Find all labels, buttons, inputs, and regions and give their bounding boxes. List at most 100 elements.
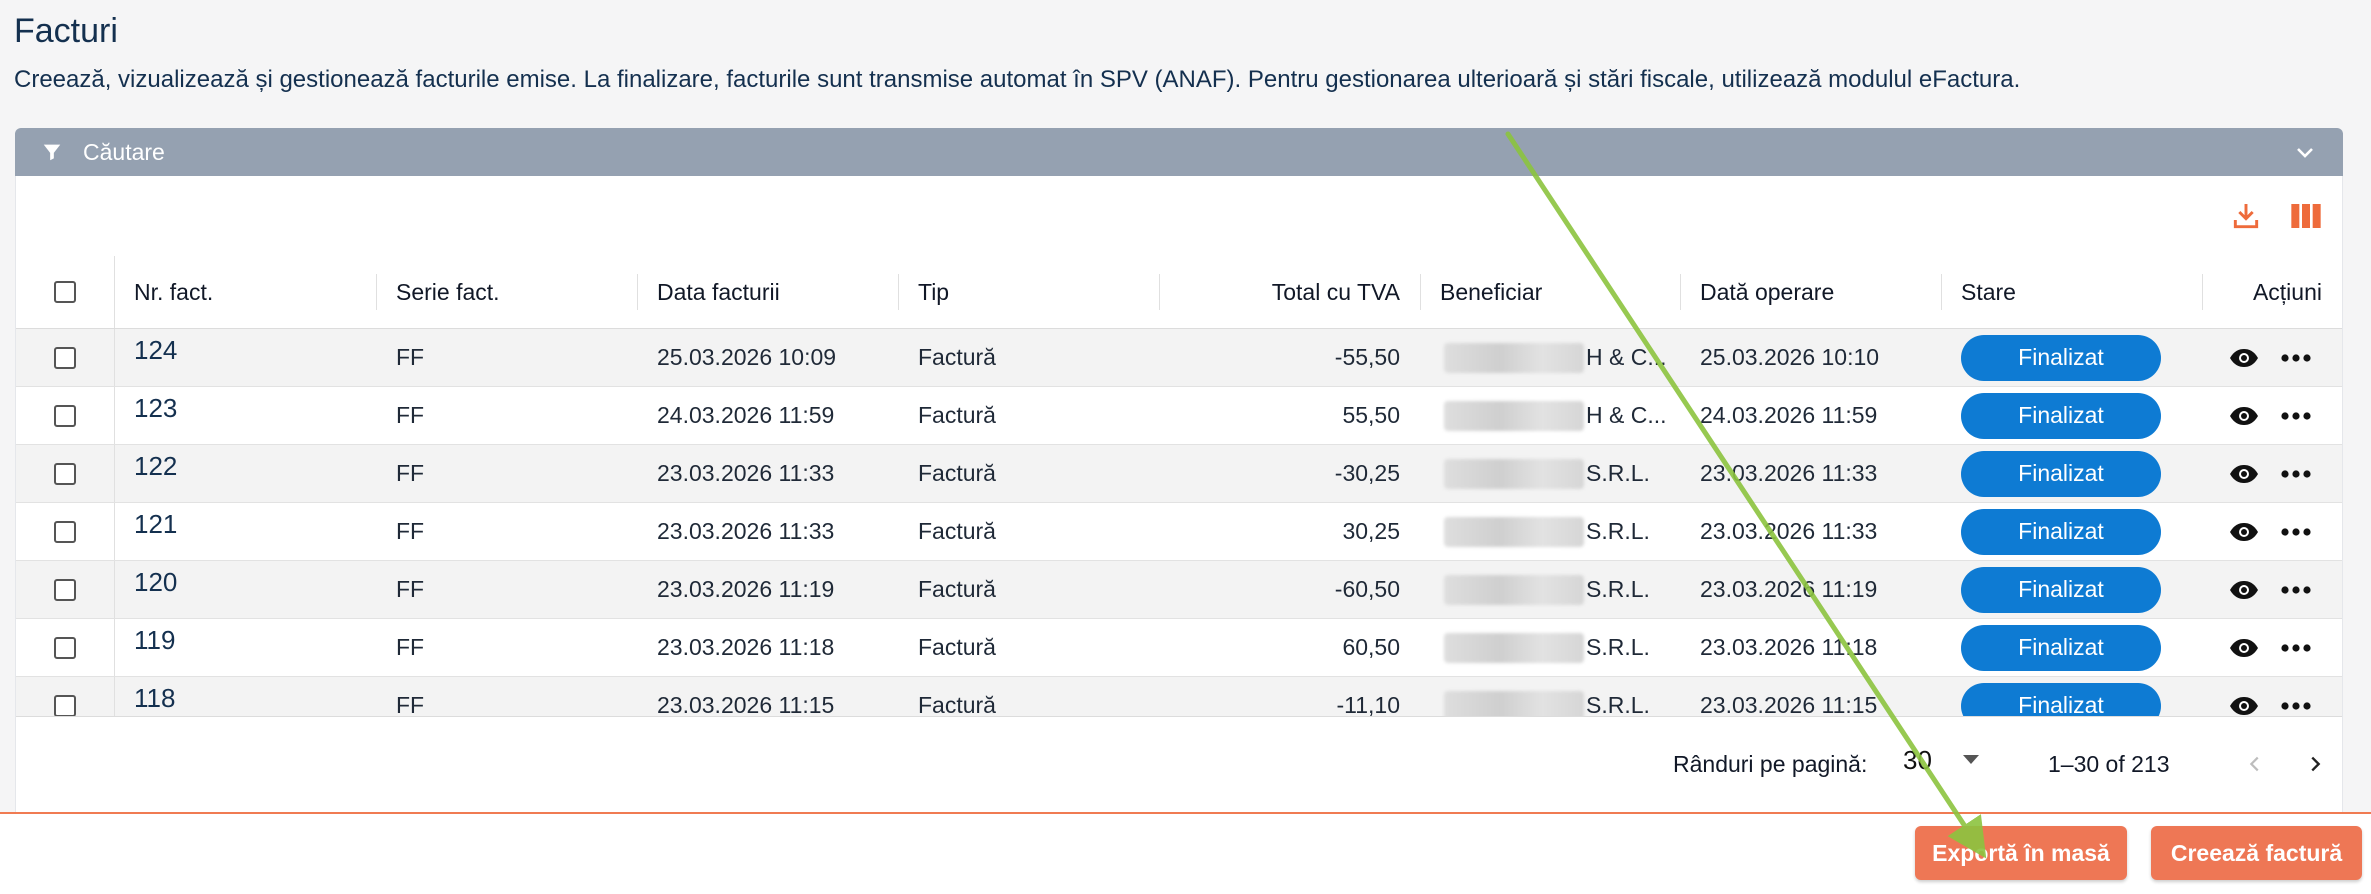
status-cell: Finalizat xyxy=(1961,677,2202,716)
table-row[interactable]: 122 FF 23.03.2026 11:33 Factură -30,25 23.03.… xyxy=(16,445,2342,503)
more-horizontal-icon[interactable] xyxy=(2278,398,2314,434)
status-badge[interactable]: Finalizat xyxy=(1961,566,2161,613)
operation-date: 25.03.2026 10:10 xyxy=(1700,344,1880,370)
header-stare[interactable]: Stare xyxy=(1941,256,2202,328)
invoice-number-link[interactable]: 118 xyxy=(114,677,376,716)
status-badge[interactable]: Finalizat xyxy=(1961,450,2161,497)
row-checkbox[interactable] xyxy=(54,346,76,369)
create-invoice-button[interactable]: Creează factură xyxy=(2151,826,2362,880)
invoice-total: 60,50 xyxy=(1342,634,1400,660)
invoice-type: Factură xyxy=(918,460,996,486)
eye-icon[interactable] xyxy=(2226,630,2262,666)
header-actiuni: Acțiuni xyxy=(2252,278,2322,305)
invoice-date: 23.03.2026 11:33 xyxy=(657,518,835,544)
table-row[interactable]: 121 FF 23.03.2026 11:33 Factură 30,25 23.03.2… xyxy=(16,503,2342,561)
operation-date: 23.03.2026 11:19 xyxy=(1700,576,1878,602)
table-toolbar xyxy=(16,176,2342,257)
status-badge[interactable]: Finalizat xyxy=(1961,392,2161,439)
table-row[interactable]: 119 FF 23.03.2026 11:18 Factură 60,50 23.03.2… xyxy=(16,619,2342,677)
table-body: 124 FF 25.03.2026 10:09 Factură -55,50 25.03.… xyxy=(16,329,2342,716)
row-checkbox[interactable] xyxy=(54,694,76,716)
invoice-date: 23.03.2026 11:19 xyxy=(657,576,835,602)
row-select-cell xyxy=(16,503,114,560)
invoice-number-link[interactable]: 119 xyxy=(114,619,376,676)
beneficiary: H & C... xyxy=(1434,329,1680,386)
invoice-total: 30,25 xyxy=(1342,518,1400,544)
invoice-total: -30,25 xyxy=(1334,460,1400,486)
status-badge[interactable]: Finalizat xyxy=(1961,624,2161,671)
chevron-left-icon[interactable] xyxy=(2238,747,2272,781)
more-horizontal-icon[interactable] xyxy=(2278,514,2314,550)
invoice-series: FF xyxy=(396,692,425,716)
header-beneficiar[interactable]: Beneficiar xyxy=(1420,256,1680,328)
select-all-checkbox[interactable] xyxy=(54,281,76,303)
status-badge[interactable]: Finalizat xyxy=(1961,508,2161,555)
header-serie[interactable]: Serie fact. xyxy=(376,256,637,328)
status-cell: Finalizat xyxy=(1961,619,2202,676)
chevron-right-icon[interactable] xyxy=(2298,747,2332,781)
eye-icon[interactable] xyxy=(2226,514,2262,550)
header-data[interactable]: Data facturii xyxy=(637,256,898,328)
invoice-number-link[interactable]: 122 xyxy=(114,445,376,502)
row-checkbox[interactable] xyxy=(54,404,76,427)
redacted-name xyxy=(1444,632,1584,663)
row-checkbox[interactable] xyxy=(54,636,76,659)
operation-date: 23.03.2026 11:33 xyxy=(1700,460,1878,486)
operation-date: 24.03.2026 11:59 xyxy=(1700,402,1878,428)
columns-icon[interactable] xyxy=(2288,198,2324,234)
actions-cell xyxy=(2226,677,2342,716)
invoice-series: FF xyxy=(396,576,425,602)
invoice-total: -11,10 xyxy=(1336,692,1400,716)
header-nr[interactable]: Nr. fact. xyxy=(114,256,376,328)
eye-icon[interactable] xyxy=(2226,456,2262,492)
more-horizontal-icon[interactable] xyxy=(2278,688,2314,717)
status-cell: Finalizat xyxy=(1961,503,2202,560)
beneficiary-suffix: S.R.L. xyxy=(1586,460,1650,486)
invoice-series: FF xyxy=(396,518,425,544)
beneficiary: S.R.L. xyxy=(1434,503,1680,560)
status-badge[interactable]: Finalizat xyxy=(1961,682,2161,716)
eye-icon[interactable] xyxy=(2226,340,2262,376)
table-row[interactable]: 123 FF 24.03.2026 11:59 Factură 55,50 24.03.2… xyxy=(16,387,2342,445)
more-horizontal-icon[interactable] xyxy=(2278,340,2314,376)
invoice-number-link[interactable]: 120 xyxy=(114,561,376,618)
row-checkbox[interactable] xyxy=(54,578,76,601)
row-select-cell xyxy=(16,619,114,676)
actions-cell xyxy=(2226,561,2342,618)
invoice-date: 23.03.2026 11:33 xyxy=(657,460,835,486)
search-panel-toggle[interactable]: Căutare xyxy=(15,128,2343,176)
header-tip[interactable]: Tip xyxy=(898,256,1159,328)
more-horizontal-icon[interactable] xyxy=(2278,572,2314,608)
status-badge[interactable]: Finalizat xyxy=(1961,334,2161,381)
invoice-series: FF xyxy=(396,634,425,660)
chevron-down-icon[interactable] xyxy=(2293,140,2317,164)
invoice-number-link[interactable]: 123 xyxy=(114,387,376,444)
more-horizontal-icon[interactable] xyxy=(2278,456,2314,492)
dropdown-caret-icon[interactable] xyxy=(1963,755,1979,764)
invoice-date: 24.03.2026 11:59 xyxy=(657,402,835,428)
eye-icon[interactable] xyxy=(2226,398,2262,434)
row-checkbox[interactable] xyxy=(54,462,76,485)
status-cell: Finalizat xyxy=(1961,387,2202,444)
invoice-number-link[interactable]: 121 xyxy=(114,503,376,560)
export-bulk-button[interactable]: Exportă în masă xyxy=(1915,826,2127,880)
actions-cell xyxy=(2226,503,2342,560)
table-row[interactable]: 124 FF 25.03.2026 10:09 Factură -55,50 25.03.… xyxy=(16,329,2342,387)
search-label: Căutare xyxy=(83,138,165,165)
select-all-cell xyxy=(16,256,114,328)
table-row[interactable]: 120 FF 23.03.2026 11:19 Factură -60,50 23.03.… xyxy=(16,561,2342,619)
header-total[interactable]: Total cu TVA xyxy=(1159,256,1420,328)
invoice-total: 55,50 xyxy=(1342,402,1400,428)
invoice-series: FF xyxy=(396,402,425,428)
eye-icon[interactable] xyxy=(2226,572,2262,608)
rows-per-page-select[interactable]: 30 xyxy=(1903,745,1932,776)
download-icon[interactable] xyxy=(2228,198,2264,234)
header-data-operare[interactable]: Dată operare xyxy=(1680,256,1941,328)
eye-icon[interactable] xyxy=(2226,688,2262,717)
invoice-number-link[interactable]: 124 xyxy=(114,329,376,386)
redacted-name xyxy=(1444,574,1584,605)
table-row[interactable]: 118 FF 23.03.2026 11:15 Factură -11,10 23.03.… xyxy=(16,677,2342,716)
row-checkbox[interactable] xyxy=(54,520,76,543)
more-horizontal-icon[interactable] xyxy=(2278,630,2314,666)
invoice-type: Factură xyxy=(918,576,996,602)
